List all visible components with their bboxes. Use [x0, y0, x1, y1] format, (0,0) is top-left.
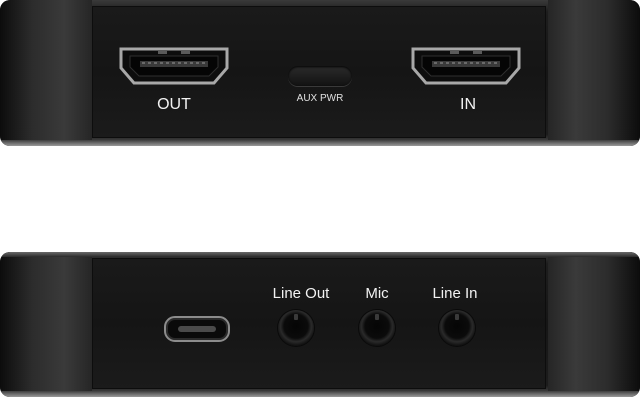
mic-jack-icon — [359, 310, 395, 346]
device-right-side — [548, 0, 640, 146]
device-left-side — [0, 0, 92, 146]
hdmi-in-port-icon — [410, 46, 522, 86]
hdmi-out-label: OUT — [157, 96, 191, 113]
device-top-view: OUT AUX PWR IN — [0, 0, 640, 146]
device-bottom-edge — [0, 391, 640, 397]
usb-c-port-icon — [164, 316, 230, 342]
hdmi-in-label: IN — [460, 96, 476, 113]
usb-c-tongue — [178, 326, 216, 332]
hdmi-out-port-icon — [118, 46, 230, 86]
aux-power-button[interactable] — [288, 66, 352, 86]
front-panel — [92, 258, 546, 389]
line-in-jack-icon — [439, 310, 475, 346]
device-left-side — [0, 252, 92, 397]
line-in-label: Line In — [432, 285, 478, 302]
device-right-side — [548, 252, 640, 397]
line-out-label: Line Out — [272, 285, 330, 302]
line-out-jack-icon — [278, 310, 314, 346]
device-top-edge — [0, 252, 640, 257]
aux-power-label: AUX PWR — [296, 93, 344, 104]
device-bottom-view: Line Out Mic Line In — [0, 252, 640, 397]
mic-label: Mic — [365, 285, 389, 302]
device-bottom-edge — [0, 140, 640, 146]
